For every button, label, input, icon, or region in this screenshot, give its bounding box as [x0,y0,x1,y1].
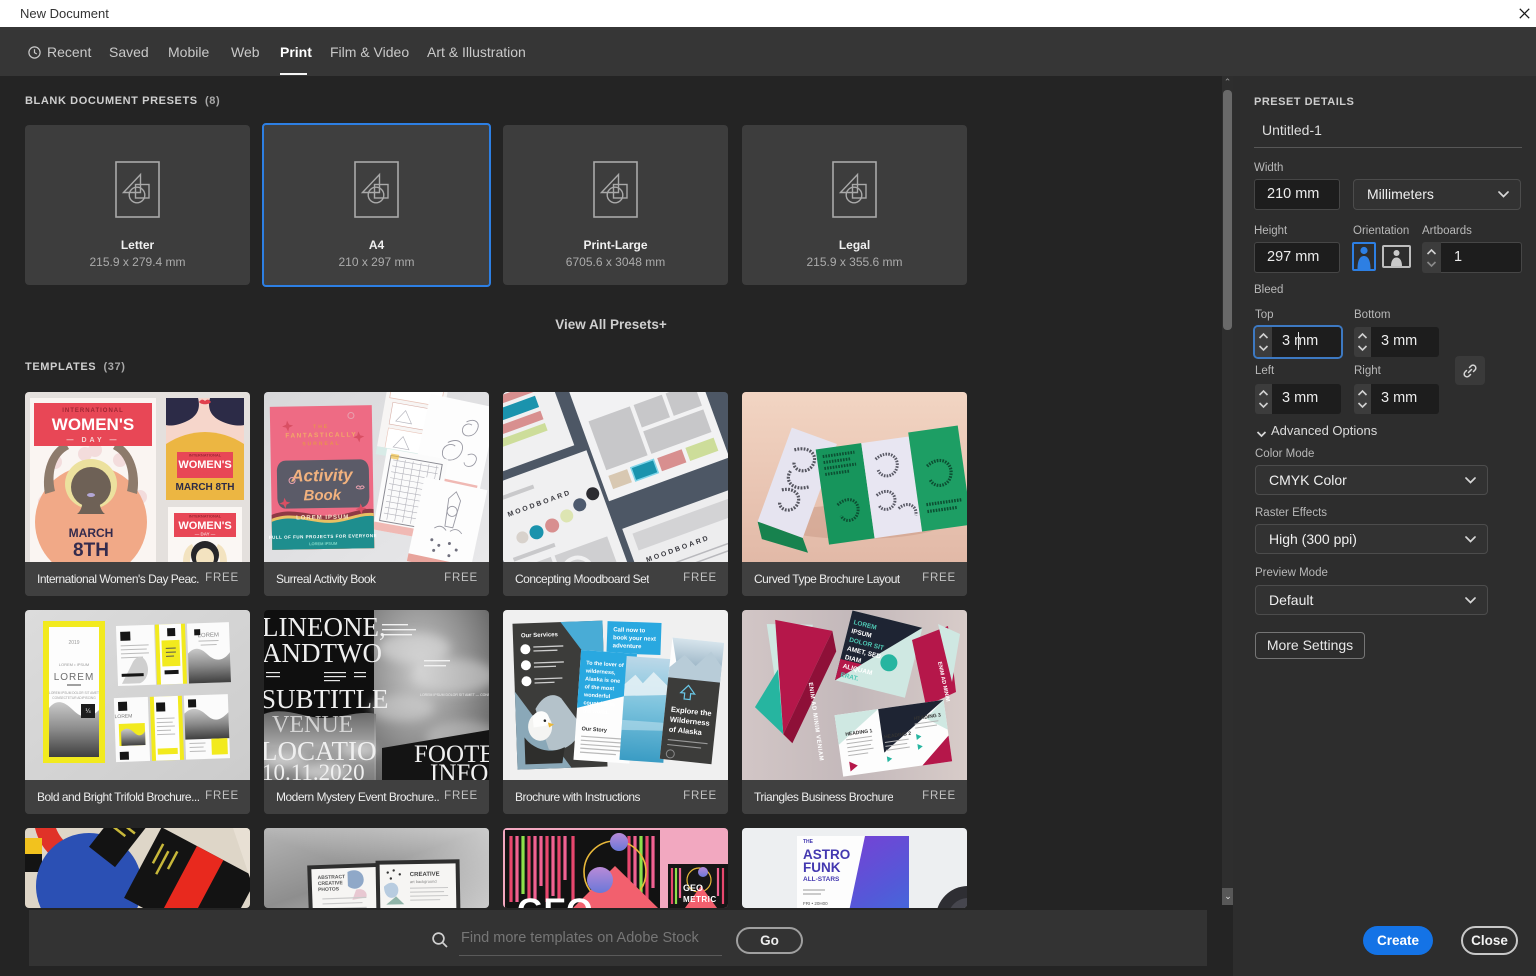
svg-text:LOREM IPSUM DOLOR SIT AMET: LOREM IPSUM DOLOR SIT AMET [49,691,99,695]
svg-text:GEO: GEO [683,883,703,893]
svg-text:WOMEN'S: WOMEN'S [178,459,231,471]
svg-text:FANTASTICALLY: FANTASTICALLY [285,431,357,439]
svg-text:ANDTWO: ANDTWO [264,638,382,668]
svg-text:CREATIVE: CREATIVE [410,872,440,879]
svg-text:PHOTOS: PHOTOS [318,886,340,893]
svg-text:LOREM: LOREM [115,713,133,720]
svg-text:METRIC: METRIC [683,895,717,904]
svg-text:THE: THE [313,424,329,430]
svg-text:FRI • 20H00: FRI • 20H00 [803,901,828,906]
svg-text:WOMEN'S: WOMEN'S [52,415,134,434]
svg-text:CONSECTETUR ADIPISCING: CONSECTETUR ADIPISCING [52,696,96,700]
svg-text:GEO: GEO [517,892,593,908]
svg-text:— DAY —: — DAY — [195,471,216,476]
svg-text:FUNK: FUNK [803,860,841,875]
svg-text:LOREM • IPSUM: LOREM • IPSUM [59,662,90,667]
svg-text:LOREM: LOREM [54,672,95,683]
svg-text:10.11.2020: 10.11.2020 [264,760,365,780]
svg-text:LOREM IPSUM DOLOR SIT AMET — C: LOREM IPSUM DOLOR SIT AMET — CONSECTETUR [420,693,489,697]
svg-text:INTERNATIONAL: INTERNATIONAL [189,453,222,458]
svg-text:2019: 2019 [68,640,79,646]
svg-text:Call now to: Call now to [613,627,646,634]
svg-text:art background: art background [410,879,437,884]
svg-text:adventure: adventure [613,643,643,650]
svg-text:INFO: INFO [430,760,488,780]
svg-text:MARCH: MARCH [69,526,114,540]
svg-text:INTERNATIONAL: INTERNATIONAL [189,514,222,519]
svg-text:Activity: Activity [290,465,354,485]
svg-text:THE: THE [803,839,814,845]
svg-text:WOMEN'S: WOMEN'S [178,520,231,532]
svg-text:SURREAL: SURREAL [302,441,340,448]
svg-text:LOREM IPSUM: LOREM IPSUM [296,515,349,522]
svg-text:— DAY —: — DAY — [195,532,216,537]
svg-text:MARCH 8TH: MARCH 8TH [176,482,235,493]
svg-text:INTERNATIONAL: INTERNATIONAL [62,408,124,414]
svg-text:— DAY —: — DAY — [67,437,120,444]
svg-text:LOREM: LOREM [198,632,220,639]
svg-text:SUBTITLE: SUBTITLE [264,684,389,714]
svg-text:Book: Book [303,487,341,505]
svg-text:LOREM IPSUM: LOREM IPSUM [309,541,338,547]
svg-text:8TH: 8TH [73,540,109,561]
svg-text:VENUE: VENUE [272,712,353,738]
svg-text:ALL-STARS: ALL-STARS [803,876,840,883]
